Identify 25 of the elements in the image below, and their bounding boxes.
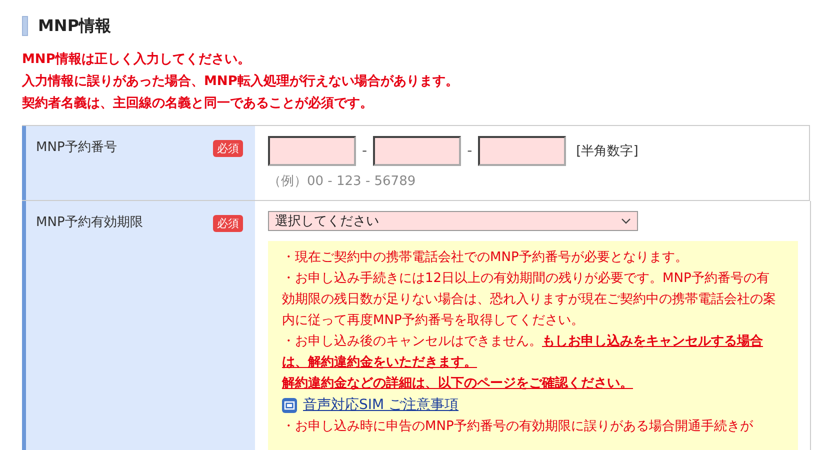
page-icon xyxy=(282,398,297,412)
field-label: MNP予約番号 xyxy=(36,139,117,156)
note-text: ・現在ご契約中の携帯電話会社でのMNP予約番号が必要となります。 xyxy=(282,249,689,267)
input-field[interactable] xyxy=(373,136,462,166)
input-field[interactable] xyxy=(478,136,566,166)
note-text: ・お申し込み後のキャンセルはできません。もしお申し込みをキャンセルする場合は、解約違約金をいただきます。 xyxy=(282,332,764,372)
section-title: MNP情報 xyxy=(38,16,112,36)
field-label: MNP予約有効期限 xyxy=(36,214,143,231)
title-bar-marker xyxy=(22,16,28,36)
input-field[interactable] xyxy=(268,136,356,166)
example-text: （例）00 - 123 - 56789 xyxy=(268,173,417,190)
warning-text: 入力情報に誤りがあった場合、MNP転入処理が行えない場合があります。 xyxy=(22,72,460,91)
hint-text: [半角数字] xyxy=(576,143,638,160)
warning-text: 契約者名義は、主回線の名義と同一であることが必須です。 xyxy=(22,94,374,113)
note-text: 解約違約金などの詳細は、以下のページをご確認ください。 xyxy=(282,375,634,393)
chevron-icon xyxy=(621,218,631,224)
select-field[interactable]: 選択してください xyxy=(268,211,638,231)
notice-link[interactable]: 音声対応SIM ご注意事項 xyxy=(303,394,459,416)
separator-text: - xyxy=(362,143,368,159)
required-badge: 必須 xyxy=(213,215,243,232)
note-text: ・お申し込み時に申告のMNP予約番号の有効期限に誤りがある場合開通手続きが xyxy=(282,418,754,436)
separator-text: - xyxy=(467,143,472,159)
note-text: ・お申し込み手続きには12日以上の有効期間の残りが必要です。MNP予約番号の有効期限の残日数が足りない場合は、恐れ入りますが現在ご契約中の携帯電話会社の案内に従って再度MNP予約番号を取得してください。 xyxy=(282,270,776,330)
warning-text: MNP情報は正しく入力してください。 xyxy=(22,50,252,69)
required-badge: 必須 xyxy=(213,140,243,157)
